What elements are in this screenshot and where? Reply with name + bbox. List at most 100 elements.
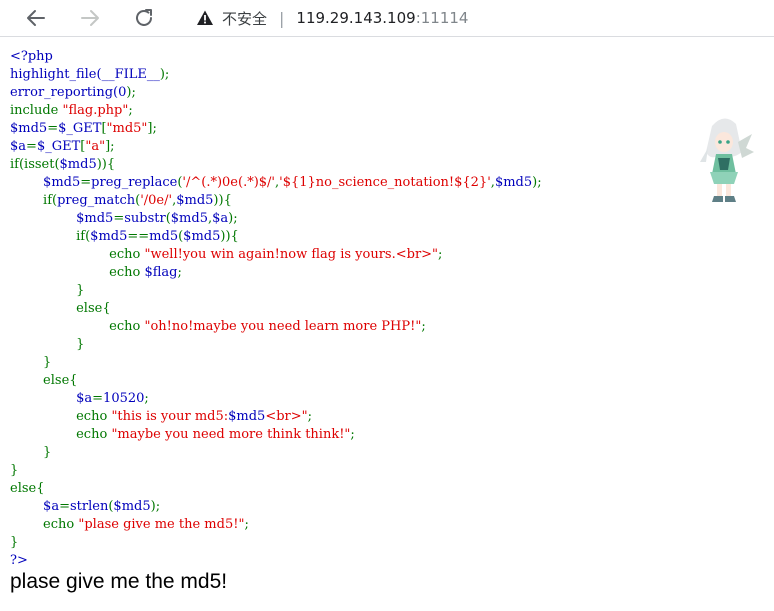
code-token: "this is your md5: [111,409,229,424]
code-token: ); [126,85,136,100]
code-token: } [10,445,52,460]
code-token: )){ [213,193,232,208]
code-token: $a [10,391,93,406]
code-token: echo [10,409,112,424]
code-token: $md5 [10,121,48,136]
url-host: 119.29.143.109 [296,9,416,27]
code-line: echo "plase give me the md5!"; [10,516,542,534]
code-token: include [10,103,63,118]
code-token: $md5 [170,211,208,226]
code-token: echo [10,517,79,532]
code-token: ; [438,247,443,262]
code-token: "maybe you need more think think!" [111,427,351,442]
code-line: else{ [10,300,542,318]
code-token: = [59,499,70,514]
code-token: $md5 [494,175,533,190]
address-separator: | [279,8,285,28]
code-token: strlen [70,499,109,514]
code-line: $a=10520; [10,390,542,408]
code-token: )){ [96,157,116,172]
browser-toolbar: 不安全 | 119.29.143.109 :11114 [0,0,774,37]
arrow-right-icon [81,10,99,26]
code-token: echo [10,319,145,334]
code-token: error_reporting( [10,85,119,100]
code-token: ; [177,265,182,280]
code-token: echo [10,427,112,442]
back-button[interactable] [20,2,52,34]
code-token: else{ [10,301,111,316]
code-token: else{ [10,481,45,496]
security-label[interactable]: 不安全 [222,8,267,29]
code-token: highlight_file( [10,67,102,82]
code-token: = [92,391,104,406]
code-token: ; [350,427,355,442]
code-line: $a=$_GET["a"]; [10,138,542,156]
code-token: } [10,463,19,478]
code-line: echo $flag; [10,264,542,282]
code-token: $md5 [176,193,214,208]
code-token: } [10,283,85,298]
code-token: '/^(.*)0e(.*)$/' [182,175,275,190]
code-token: ; [421,319,426,334]
code-token: else{ [10,373,78,388]
code-token: if( [10,193,58,208]
code-token: } [10,337,85,352]
code-line: $md5=$_GET["md5"]; [10,120,542,138]
code-token: ; [128,103,133,118]
code-token: $_GET [58,121,102,136]
code-line: } [10,336,542,354]
code-token: ]; [147,121,157,136]
code-token: preg_replace [91,175,178,190]
reload-button[interactable] [128,2,160,34]
code-line: if($md5==md5($md5)){ [10,228,542,246]
code-token: ; [307,409,313,424]
code-token: "plase give me the md5!" [78,517,245,532]
reload-icon [136,9,152,26]
code-token: <?php [10,49,53,64]
code-line: echo "this is your md5:$md5<br>"; [10,408,542,426]
code-token: $_GET [36,139,81,154]
code-line: $md5=preg_replace('/^(.*)0e(.*)$/','${1}… [10,174,542,192]
code-token: = [80,175,92,190]
code-line: <?php [10,48,542,66]
arrow-left-icon [27,10,45,26]
code-token: '${1}no_science_notation!${2}' [279,175,491,190]
code-token: echo [10,247,145,262]
code-line: error_reporting(0); [10,84,542,102]
code-line: } [10,462,542,480]
code-line: else{ [10,480,542,498]
code-token: "md5" [106,121,148,136]
code-line: $md5=substr($md5,$a); [10,210,542,228]
code-token: "flag.php" [62,103,129,118]
code-token: $md5 [10,175,81,190]
warning-icon[interactable] [196,9,214,27]
code-line: else{ [10,372,542,390]
code-token: } [10,355,52,370]
code-token: $a [212,211,229,226]
code-token: $flag [144,265,178,280]
code-token: )){ [220,229,239,244]
code-token: "well!you win again!now flag is yours.<b… [144,247,439,262]
code-line: echo "oh!no!maybe you need learn more PH… [10,318,542,336]
forward-button[interactable] [74,2,106,34]
code-token: if(isset( [10,157,60,172]
code-token: $md5 [228,409,266,424]
code-token: = [26,139,37,154]
code-token: $a [10,139,27,154]
code-token: ); [228,211,238,226]
page-output-text: plase give me the md5! [10,570,228,593]
code-token: '/0e/' [140,193,173,208]
code-line: if(preg_match('/0e/',$md5)){ [10,192,542,210]
code-token: if( [10,229,91,244]
code-token: ); [150,499,161,514]
code-token: "a" [85,139,106,154]
code-token: = [47,121,59,136]
code-token: $md5 [113,499,151,514]
code-token: __FILE__ [101,67,160,82]
code-line: if(isset($md5)){ [10,156,542,174]
code-token: preg_match [57,193,136,208]
code-token: = [113,211,125,226]
code-line: echo "well!you win again!now flag is you… [10,246,542,264]
address-bar[interactable]: 不安全 | 119.29.143.109 :11114 [182,0,774,36]
code-line: include "flag.php"; [10,102,542,120]
